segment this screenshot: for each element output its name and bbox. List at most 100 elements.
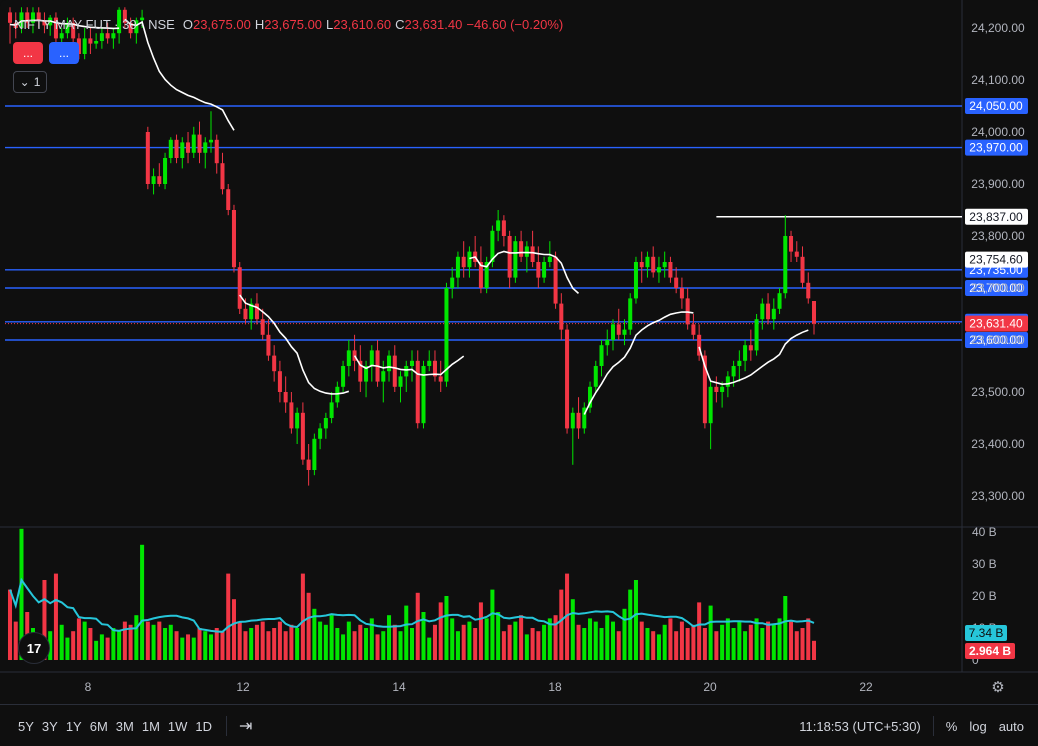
candle-body[interactable] — [754, 319, 759, 351]
timeframe-3m[interactable]: 3M — [116, 719, 134, 734]
candle-body[interactable] — [243, 308, 248, 320]
candle-body[interactable] — [180, 142, 185, 158]
candle-body[interactable] — [547, 256, 552, 262]
study-button-blue[interactable]: ... — [49, 42, 79, 64]
candle-body[interactable] — [519, 241, 524, 257]
candle-body[interactable] — [559, 303, 564, 330]
timeframe-1m[interactable]: 1M — [142, 719, 160, 734]
candle-body[interactable] — [415, 360, 420, 424]
timeframe-5y[interactable]: 5Y — [18, 719, 34, 734]
candle-body[interactable] — [312, 438, 317, 470]
timeframe-3y[interactable]: 3Y — [42, 719, 58, 734]
candle-body[interactable] — [300, 412, 305, 460]
candle-body[interactable] — [231, 210, 236, 268]
candle-body[interactable] — [438, 376, 443, 382]
candle-body[interactable] — [720, 386, 725, 392]
candle-body[interactable] — [725, 376, 730, 387]
candle-body[interactable] — [553, 256, 558, 304]
candle-body[interactable] — [289, 402, 294, 429]
candle-body[interactable] — [295, 412, 300, 429]
log-scale-toggle[interactable]: log — [969, 719, 986, 734]
candle-body[interactable] — [708, 386, 713, 424]
candle-body[interactable] — [593, 366, 598, 387]
candle-body[interactable] — [191, 134, 196, 153]
candle-body[interactable] — [766, 303, 771, 320]
candle-body[interactable] — [277, 371, 282, 392]
candle-body[interactable] — [467, 251, 472, 268]
candle-body[interactable] — [610, 324, 616, 340]
candle-body[interactable] — [771, 308, 776, 320]
candle-body[interactable] — [794, 251, 799, 257]
candle-body[interactable] — [777, 293, 782, 309]
candle-body[interactable] — [513, 241, 518, 278]
candle-body[interactable] — [272, 355, 277, 372]
auto-scale-toggle[interactable]: auto — [999, 719, 1024, 734]
candle-body[interactable] — [341, 366, 346, 387]
candle-body[interactable] — [88, 38, 93, 44]
candle-body[interactable] — [174, 139, 179, 158]
candle-body[interactable] — [679, 288, 684, 299]
candle-body[interactable] — [329, 402, 334, 418]
candle-body[interactable] — [237, 267, 242, 309]
candle-body[interactable] — [800, 256, 805, 283]
candle-body[interactable] — [409, 360, 415, 366]
candle-body[interactable] — [542, 262, 547, 278]
candle-body[interactable] — [254, 303, 259, 320]
candle-body[interactable] — [306, 459, 311, 470]
candle-body[interactable] — [461, 256, 466, 268]
candle-body[interactable] — [616, 324, 621, 335]
clock[interactable]: 11:18:53 (UTC+5:30) — [799, 719, 921, 734]
candle-body[interactable] — [111, 33, 116, 39]
timeframe-1y[interactable]: 1Y — [66, 719, 82, 734]
candle-body[interactable] — [714, 386, 719, 392]
timeframe-6m[interactable]: 6M — [90, 719, 108, 734]
candle-body[interactable] — [163, 158, 168, 184]
candle-body[interactable] — [260, 319, 265, 335]
candle-body[interactable] — [731, 366, 736, 377]
candle-body[interactable] — [214, 139, 219, 164]
candle-body[interactable] — [226, 189, 231, 210]
collapse-indicators-button[interactable]: ⌄ 1 — [13, 71, 47, 93]
chart-canvas[interactable]: 24,050.0023,970.0023,735.0023,700.0023,6… — [0, 0, 1038, 704]
candle-body[interactable] — [157, 176, 162, 184]
candle-body[interactable] — [570, 412, 575, 429]
candle-body[interactable] — [404, 366, 409, 377]
candle-body[interactable] — [220, 163, 225, 190]
study-button-red[interactable]: ... — [13, 42, 43, 64]
candle-body[interactable] — [94, 41, 99, 44]
candle-body[interactable] — [496, 220, 501, 231]
candle-body[interactable] — [186, 142, 191, 153]
candle-body[interactable] — [806, 282, 811, 299]
candle-body[interactable] — [507, 236, 512, 278]
candle-body[interactable] — [748, 345, 753, 351]
candle-body[interactable] — [398, 376, 403, 387]
candle-body[interactable] — [203, 142, 208, 153]
candle-body[interactable] — [59, 33, 64, 39]
candle-body[interactable] — [151, 176, 156, 184]
candle-body[interactable] — [760, 303, 765, 320]
candle-body[interactable] — [536, 262, 541, 278]
date-range-icon[interactable]: ⇥ — [239, 716, 252, 736]
candle-body[interactable] — [576, 412, 581, 429]
candle-body[interactable] — [145, 132, 150, 184]
candle-body[interactable] — [392, 355, 397, 387]
candle-body[interactable] — [381, 371, 386, 382]
candle-body[interactable] — [346, 350, 351, 366]
candle-body[interactable] — [743, 345, 748, 361]
candle-body[interactable] — [323, 418, 328, 429]
candle-body[interactable] — [168, 139, 173, 158]
timeframe-1w[interactable]: 1W — [168, 719, 188, 734]
candle-body[interactable] — [662, 262, 667, 268]
candle-body[interactable] — [530, 246, 535, 262]
tradingview-logo[interactable]: 17 — [18, 632, 50, 664]
candle-body[interactable] — [811, 301, 817, 324]
candle-body[interactable] — [691, 324, 696, 335]
timeframe-1d[interactable]: 1D — [195, 719, 212, 734]
candle-body[interactable] — [369, 350, 374, 366]
candle-body[interactable] — [105, 33, 110, 39]
candle-body[interactable] — [645, 256, 650, 268]
candle-body[interactable] — [427, 360, 432, 366]
candle-body[interactable] — [99, 33, 104, 41]
candle-body[interactable] — [789, 236, 794, 252]
candle-body[interactable] — [501, 220, 506, 236]
